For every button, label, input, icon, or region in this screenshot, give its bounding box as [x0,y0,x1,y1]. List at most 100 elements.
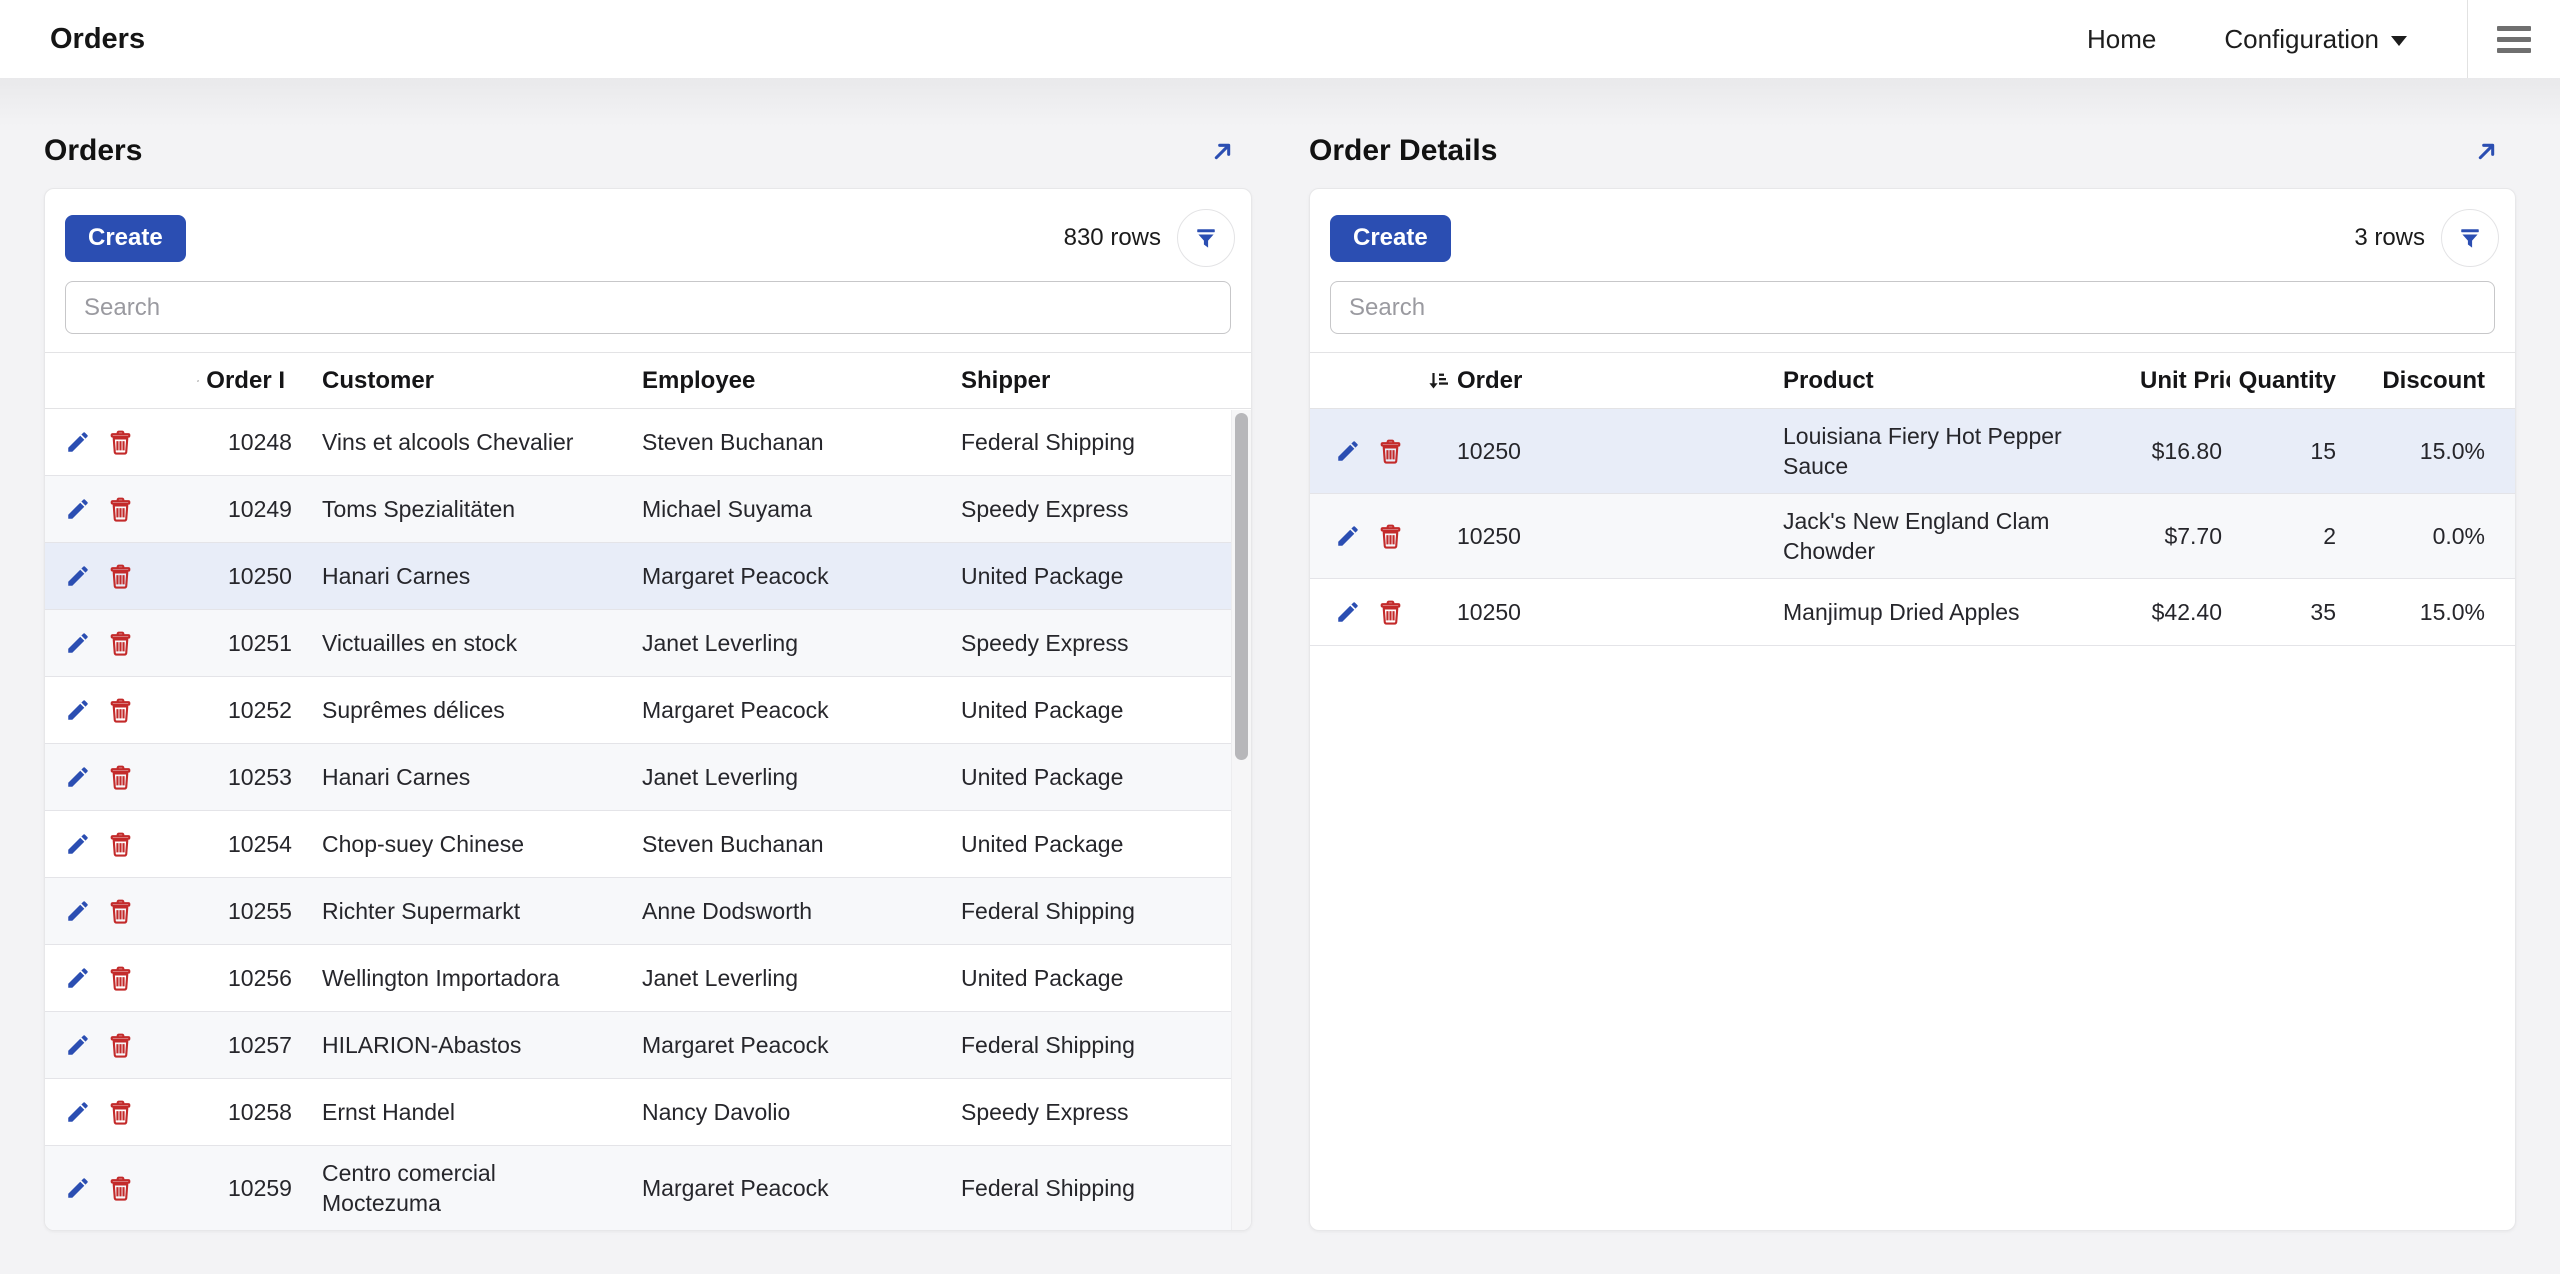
details-filter-button[interactable] [2441,209,2499,267]
details-card: Create 3 rows Order P [1309,188,2516,1231]
cell-order-id: 10249 [191,494,285,524]
edit-button[interactable] [65,764,91,790]
delete-button[interactable] [107,697,134,724]
orders-col-employee[interactable]: Employee [605,367,924,395]
scrollbar-track[interactable] [1231,410,1251,1230]
pencil-icon [65,429,91,455]
orders-search-input[interactable] [65,281,1231,334]
details-create-button[interactable]: Create [1330,215,1451,262]
cell-order-id: 10255 [191,896,285,926]
edit-button[interactable] [65,496,91,522]
delete-button[interactable] [107,630,134,657]
details-table-row[interactable]: 10250 Manjimup Dried Apples $42.40 35 15… [1310,579,2515,646]
cell-employee: Margaret Peacock [605,1173,924,1203]
scrollbar-thumb[interactable] [1235,413,1248,760]
orders-table: Order I Customer Employee Shipper [45,352,1251,1230]
trash-icon [1377,599,1404,626]
details-table-row[interactable]: 10250 Jack's New England Clam Chowder $7… [1310,494,2515,579]
orders-table-row[interactable]: 10250 Hanari Carnes Margaret Peacock Uni… [45,543,1251,610]
orders-expand-button[interactable] [1202,131,1242,171]
cell-order: 10250 [1420,436,1746,466]
details-table-row[interactable]: 10250 Louisiana Fiery Hot Pepper Sauce $… [1310,409,2515,494]
orders-table-row[interactable]: 10253 Hanari Carnes Janet Leverling Unit… [45,744,1251,811]
hamburger-menu-button[interactable] [2468,0,2560,78]
cell-employee: Anne Dodsworth [605,896,924,926]
delete-button[interactable] [107,563,134,590]
orders-table-row[interactable]: 10252 Suprêmes délices Margaret Peacock … [45,677,1251,744]
details-table: Order Product Unit Pric Quantity Discoun… [1310,352,2515,1230]
orders-table-row[interactable]: 10256 Wellington Importadora Janet Lever… [45,945,1251,1012]
edit-button[interactable] [65,831,91,857]
orders-col-shipper[interactable]: Shipper [924,367,1251,395]
delete-button[interactable] [1377,438,1404,465]
trash-icon [107,429,134,456]
delete-button[interactable] [107,764,134,791]
cell-customer: Vins et alcools Chevalier [285,415,605,469]
orders-col-order-id[interactable]: Order I [191,367,285,395]
orders-table-row[interactable]: 10254 Chop-suey Chinese Steven Buchanan … [45,811,1251,878]
cell-shipper: United Package [924,963,1251,993]
details-col-product[interactable]: Product [1746,367,2140,395]
sort-icon [197,369,199,393]
orders-create-button[interactable]: Create [65,215,186,262]
pencil-icon [65,898,91,924]
delete-button[interactable] [107,1099,134,1126]
edit-button[interactable] [1335,438,1361,464]
delete-button[interactable] [107,429,134,456]
orders-table-row[interactable]: 10248 Vins et alcools Chevalier Steven B… [45,409,1251,476]
details-col-order[interactable]: Order [1420,367,1746,395]
cell-product: Louisiana Fiery Hot Pepper Sauce [1746,409,2140,493]
orders-table-row[interactable]: 10255 Richter Supermarkt Anne Dodsworth … [45,878,1251,945]
details-col-unit-price[interactable]: Unit Pric [2140,367,2230,395]
details-col-discount[interactable]: Discount [2344,367,2493,395]
arrow-up-right-icon [1209,138,1236,165]
edit-button[interactable] [1335,523,1361,549]
orders-search-wrap [45,281,1251,352]
edit-button[interactable] [65,697,91,723]
edit-button[interactable] [1335,599,1361,625]
delete-button[interactable] [1377,523,1404,550]
app-title: Orders [0,23,145,56]
orders-table-row[interactable]: 10257 HILARION-Abastos Margaret Peacock … [45,1012,1251,1079]
details-toolbar-right: 3 rows [2354,209,2499,267]
delete-button[interactable] [107,1032,134,1059]
cell-unit-price: $16.80 [2140,436,2230,466]
orders-table-row[interactable]: 10259 Centro comercial Moctezuma Margare… [45,1146,1251,1230]
details-search-input[interactable] [1330,281,2495,334]
edit-button[interactable] [65,630,91,656]
orders-table-row[interactable]: 10258 Ernst Handel Nancy Davolio Speedy … [45,1079,1251,1146]
edit-button[interactable] [65,1175,91,1201]
pencil-icon [65,1099,91,1125]
pencil-icon [1335,599,1361,625]
cell-employee: Janet Leverling [605,963,924,993]
orders-table-row[interactable]: 10249 Toms Spezialitäten Michael Suyama … [45,476,1251,543]
orders-toolbar-right: 830 rows [1064,209,1235,267]
details-col-quantity[interactable]: Quantity [2230,367,2344,395]
cell-order: 10250 [1420,597,1746,627]
edit-button[interactable] [65,898,91,924]
delete-button[interactable] [1377,599,1404,626]
edit-button[interactable] [65,1032,91,1058]
cell-shipper: United Package [924,695,1251,725]
delete-button[interactable] [107,496,134,523]
sort-icon [1426,369,1450,393]
orders-section-head: Orders [44,114,1252,188]
orders-col-customer[interactable]: Customer [285,367,605,395]
edit-button[interactable] [65,1099,91,1125]
cell-order-id: 10250 [191,561,285,591]
edit-button[interactable] [65,563,91,589]
edit-button[interactable] [65,965,91,991]
row-actions [1335,523,1420,550]
orders-filter-button[interactable] [1177,209,1235,267]
nav-home[interactable]: Home [2053,24,2190,55]
delete-button[interactable] [107,831,134,858]
delete-button[interactable] [107,965,134,992]
nav-configuration[interactable]: Configuration [2190,24,2441,55]
main-content: Orders Create 830 rows [0,78,2560,1274]
trash-icon [107,831,134,858]
edit-button[interactable] [65,429,91,455]
delete-button[interactable] [107,1175,134,1202]
orders-table-row[interactable]: 10251 Victuailles en stock Janet Leverli… [45,610,1251,677]
details-expand-button[interactable] [2466,131,2506,171]
delete-button[interactable] [107,898,134,925]
